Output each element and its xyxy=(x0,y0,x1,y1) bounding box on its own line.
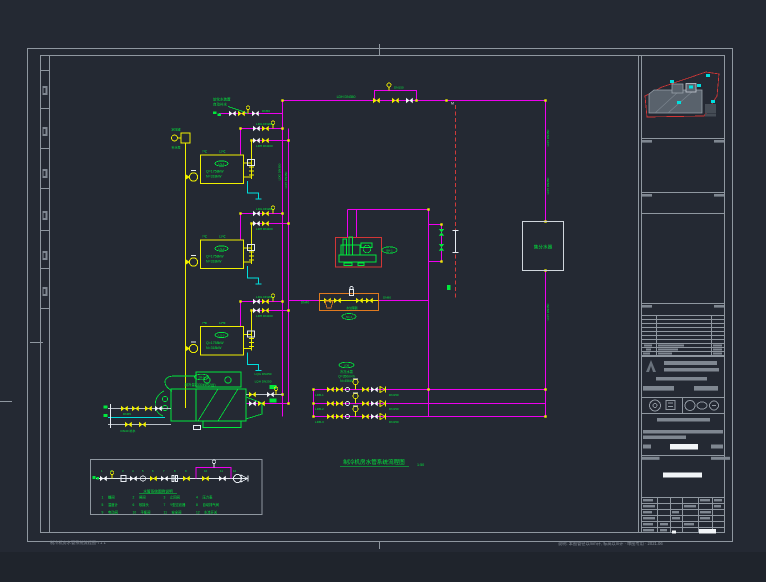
legend-item-no: 6 xyxy=(133,503,135,507)
treatment-device-label: 水处理器 xyxy=(346,306,357,310)
header1-label: LDG DN200 xyxy=(256,122,273,126)
chiller-tag: LS-2 xyxy=(219,247,225,251)
legend-item-name: 止回阀 xyxy=(170,495,180,500)
return-temp-label: 12℃ xyxy=(219,235,226,239)
chiller-tag: LS-3 xyxy=(219,333,225,337)
chiller-capacity: Q=1758kW xyxy=(206,255,224,259)
pump-group-line2: Q=350m³/h xyxy=(338,374,355,378)
legend-item-name: 蝶阀 xyxy=(108,495,115,500)
legend-item-no: 7 xyxy=(164,503,166,507)
drawing-sheet: LDH DN350 DN150 M 软化水装置 自动补水 DN50 定压罐 补水… xyxy=(0,0,766,582)
treatment-tag: SC-1 xyxy=(346,315,353,319)
pump-group-line1: 冷冻水泵 xyxy=(340,369,354,374)
note-line1: 软化水装置 xyxy=(213,97,231,102)
chiller-power: N=318kW xyxy=(206,346,222,350)
unit-left-label2: DN40 补水 xyxy=(121,428,137,433)
meter-mark: M xyxy=(451,102,454,106)
bottom-band xyxy=(0,552,766,582)
unit-conn-label1: LQG DN250 xyxy=(254,372,271,376)
legend-item-no: 2 xyxy=(133,496,135,500)
treatment-right-label: DN80 xyxy=(383,296,391,300)
legend-item-name: 平衡阀 xyxy=(141,510,151,515)
legend-item-name: 安全阀 xyxy=(172,510,182,515)
model-space-background xyxy=(0,0,766,582)
chiller-power: N=318kW xyxy=(206,175,222,179)
pump-group-tag: LDB xyxy=(344,363,350,367)
legend-item-name: 闸阀 xyxy=(139,495,146,500)
legend-item-name: 压力表 xyxy=(203,495,214,500)
drawing-scale-label: 1:50 xyxy=(417,463,424,467)
right-main-label-2: LDH DN350 xyxy=(546,177,550,194)
legend-number: 12 xyxy=(233,469,237,473)
unit-spec-label: 制冷量2330kW(2台) xyxy=(184,382,215,387)
pump-row-right-label: DN150 xyxy=(389,393,399,397)
left-main-return-label: LDH DN350 xyxy=(284,171,288,188)
legend-item-no: 3 xyxy=(164,496,166,500)
return-temp-label: 12℃ xyxy=(219,150,226,154)
chiller-tag: LS-1 xyxy=(219,162,225,166)
treatment-left-label: DN40 xyxy=(301,301,310,305)
sheet-number-field xyxy=(699,529,716,534)
chiller-power: N=318kW xyxy=(206,260,222,264)
cad-drawing-canvas: LDH DN350 DN150 M 软化水装置 自动补水 DN50 定压罐 补水… xyxy=(0,0,766,582)
bypass-pipe-label: DN150 xyxy=(394,86,404,90)
legend-item-name: 水流开关 xyxy=(204,510,218,515)
pump-row-right-label: DN150 xyxy=(389,420,399,424)
key-plan-building-main xyxy=(649,90,702,113)
header2-label: LDH DN200 xyxy=(256,314,273,318)
legend-item-name: 温度计 xyxy=(108,502,119,507)
chiller-capacity: Q=1758kW xyxy=(206,170,224,174)
legend-header: 水管系统图例说明 xyxy=(143,488,173,493)
top-main-pipe-label: LDH DN350 xyxy=(337,95,356,99)
unit-tag: ZR-1 xyxy=(198,375,205,379)
pump-row-left-label: LDB-1 xyxy=(315,393,324,397)
collector-label: 集分水器 xyxy=(534,244,553,251)
pump-row-left-label: LDB-3 xyxy=(315,420,324,424)
drawing-title-text: 制冷机房水管系统流程图 xyxy=(343,458,405,466)
tank-label-top: 定压罐 xyxy=(171,127,180,132)
header2-label: LDH DN200 xyxy=(256,227,273,231)
legend-item-no: 10 xyxy=(133,511,137,515)
legend-item-no: 5 xyxy=(102,503,104,507)
hx-tag: BH-1 xyxy=(386,248,393,252)
unit-conn-label2: LQH DN250 xyxy=(255,380,272,384)
pump-row-right-label: DN150 xyxy=(389,407,399,411)
legend-item-no: 4 xyxy=(196,496,198,500)
legend-item-no: 11 xyxy=(164,511,168,515)
legend-item-name: 自动排气阀 xyxy=(203,502,219,507)
pump-row-left-label: LDB-2 xyxy=(315,407,324,411)
highlighted-field xyxy=(670,444,698,450)
right-main-label-3: LDH DN350 xyxy=(546,303,550,320)
note-line2: 自动补水 xyxy=(213,102,227,107)
tank-label-bottom: 补水泵 xyxy=(171,145,180,150)
legend-item-no: 9 xyxy=(102,511,104,515)
chiller-capacity: Q=1758kW xyxy=(206,341,224,345)
header1-label: LDG DN200 xyxy=(256,295,273,299)
right-main-label-1: LDH DN350 xyxy=(546,129,550,146)
return-temp-label: 12℃ xyxy=(219,321,226,325)
legend-number: 11 xyxy=(220,469,223,473)
left-main-supply-label: LDG DN350 xyxy=(278,163,282,180)
header2-label: LDH DN200 xyxy=(256,144,273,148)
unit-left-label1: DN65 xyxy=(123,412,131,416)
drawing-number-field xyxy=(663,473,702,478)
legend-number: 10 xyxy=(204,469,208,473)
legend-item-name: 软接头 xyxy=(139,502,150,507)
legend-item-no: 8 xyxy=(196,503,198,507)
pump-group-line3: N=45kW xyxy=(340,379,354,383)
legend-item-no: 12 xyxy=(196,511,200,515)
makeup-pipe-label: DN50 xyxy=(262,109,270,113)
legend-item-name: 电动阀 xyxy=(108,510,118,515)
legend-item-name: Y型过滤器 xyxy=(170,502,186,507)
header1-label: LDG DN200 xyxy=(256,207,273,211)
footer-right-text: 说明: 本图管径以mm计, 标高以m计 · 审图专用 · 2021.06 xyxy=(558,540,663,547)
legend-item-no: 1 xyxy=(102,496,104,500)
footer-left-text: 制冷机房水管系统流程图-T1 1 xyxy=(50,539,107,546)
